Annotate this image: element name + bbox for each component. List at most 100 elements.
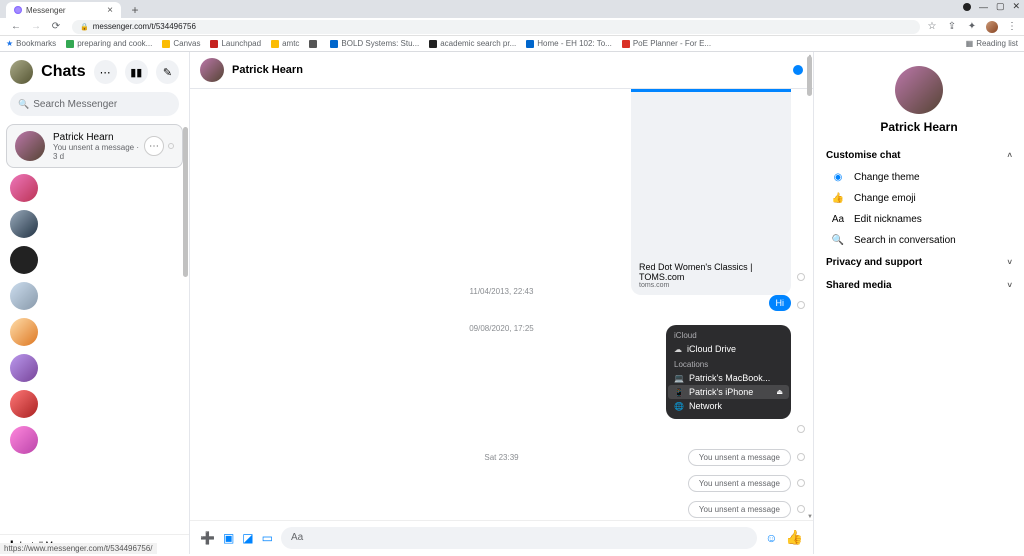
messenger-favicon (14, 6, 22, 14)
bookmark-item[interactable]: academic search pr... (429, 39, 516, 48)
reading-list-button[interactable]: ▦Reading list (966, 39, 1018, 48)
new-tab-button[interactable]: + (127, 2, 143, 18)
browser-tab-strip: Messenger × + — ▢ ✕ (0, 0, 1024, 18)
privacy-support-section[interactable]: Privacy and support˅ (826, 251, 1012, 274)
edit-nicknames-option[interactable]: AaEdit nicknames (826, 209, 1012, 230)
change-emoji-option[interactable]: 👍Change emoji (826, 188, 1012, 209)
conversation-avatar[interactable] (10, 174, 38, 202)
attachment-card[interactable]: iCloud ☁iCloud Drive Locations 💻Patrick'… (666, 325, 791, 419)
contact-name: Patrick Hearn (826, 120, 1012, 134)
share-icon[interactable]: ⇪ (946, 21, 958, 33)
sent-message-bubble[interactable]: Hi (769, 295, 792, 311)
photo-button[interactable]: ▣ (223, 531, 234, 545)
bookmarks-bar: ★Bookmarks preparing and cook... Canvas … (0, 36, 1024, 52)
search-conversation-option[interactable]: 🔍Search in conversation (826, 230, 1012, 251)
chevron-down-icon: ˅ (1007, 258, 1012, 267)
delivery-status-icon (797, 301, 805, 309)
conversation-avatar[interactable] (10, 282, 38, 310)
bookmark-item[interactable]: ★Bookmarks (6, 39, 56, 48)
avatar-large[interactable] (895, 66, 943, 114)
change-theme-option[interactable]: ◉Change theme (826, 167, 1012, 188)
message-input[interactable]: Aa (281, 527, 757, 549)
chats-heading: Chats (41, 63, 85, 81)
chat-title: Patrick Hearn (232, 64, 793, 76)
window-controls: — ▢ ✕ (963, 1, 1020, 12)
eject-icon[interactable]: ⏏ (776, 388, 783, 396)
bookmark-item[interactable]: Home - EH 102: To... (526, 39, 612, 48)
extensions-icon[interactable]: ✦ (966, 21, 978, 33)
bookmark-item[interactable]: Launchpad (210, 39, 261, 48)
location-item[interactable]: 🌐Network (674, 399, 783, 413)
delivery-status-icon (797, 479, 805, 487)
profile-avatar[interactable] (986, 21, 998, 33)
star-icon[interactable]: ☆ (926, 21, 938, 33)
conversation-avatar[interactable] (10, 354, 38, 382)
url-input[interactable]: 🔒 messenger.com/t/534496756 (72, 20, 920, 34)
conversation-avatar[interactable] (10, 318, 38, 346)
location-item-selected[interactable]: 📱Patrick's iPhone⏏ (668, 385, 789, 399)
conversation-avatar[interactable] (10, 246, 38, 274)
tab-title: Messenger (26, 6, 66, 15)
bookmark-item[interactable]: BOLD Systems: Stu... (330, 39, 419, 48)
conversation-avatar[interactable] (10, 390, 38, 418)
browser-tab[interactable]: Messenger × (6, 2, 121, 18)
customise-chat-section[interactable]: Customise chat˄ (826, 144, 1012, 167)
minimize-button[interactable]: — (979, 2, 988, 12)
message-list: Red Dot Women's Classics | TOMS.com toms… (190, 89, 813, 520)
shared-media-section[interactable]: Shared media˅ (826, 274, 1012, 297)
unsent-message-pill: You unsent a message (688, 449, 791, 466)
composer: ➕ ▣ ◪ ▭ Aa ☺ 👍 (190, 520, 813, 554)
info-panel: Patrick Hearn Customise chat˄ ◉Change th… (814, 52, 1024, 554)
conversation-avatar[interactable] (10, 210, 38, 238)
bookmark-item[interactable] (309, 40, 320, 48)
theme-icon: ◉ (830, 172, 846, 183)
cloud-icon: ☁ (674, 345, 682, 354)
bookmark-item[interactable]: preparing and cook... (66, 39, 152, 48)
conversation-avatar[interactable] (10, 426, 38, 454)
chat-scrollbar[interactable]: ▲ ▼ (806, 54, 813, 556)
close-tab-icon[interactable]: × (107, 5, 113, 16)
sidebar: Chats ⋯ ▮▮ ✎ Search Messenger Patrick He… (0, 52, 190, 554)
address-bar: ← → ⟳ 🔒 messenger.com/t/534496756 ☆ ⇪ ✦ … (0, 18, 1024, 36)
video-call-button[interactable]: ▮▮ (125, 60, 148, 84)
link-preview-card[interactable]: Red Dot Women's Classics | TOMS.com toms… (631, 89, 791, 295)
avatar (15, 131, 45, 161)
gif-button[interactable]: ▭ (262, 531, 273, 545)
media-icon[interactable] (963, 3, 971, 11)
bookmark-item[interactable]: Canvas (162, 39, 200, 48)
maximize-button[interactable]: ▢ (996, 1, 1005, 12)
forward-button[interactable]: → (29, 20, 43, 34)
card-section-label: iCloud (674, 331, 783, 340)
conversation-menu-button[interactable]: ⋯ (144, 136, 164, 156)
back-button[interactable]: ← (9, 20, 23, 34)
bookmark-item[interactable]: amtc (271, 39, 299, 48)
reload-button[interactable]: ⟳ (49, 20, 63, 34)
compose-button[interactable]: ✎ (156, 60, 179, 84)
info-button[interactable] (793, 65, 803, 75)
conversation-row[interactable]: Patrick Hearn You unsent a message · 3 d… (6, 124, 183, 168)
text-icon: Aa (830, 214, 846, 225)
search-input[interactable]: Search Messenger (10, 92, 179, 116)
add-button[interactable]: ➕ (200, 531, 215, 545)
options-button[interactable]: ⋯ (94, 60, 117, 84)
card-section-label: Locations (674, 360, 783, 369)
close-window-button[interactable]: ✕ (1012, 1, 1020, 12)
avatar[interactable] (200, 58, 224, 82)
laptop-icon: 💻 (674, 374, 684, 383)
chevron-up-icon: ˄ (1007, 151, 1012, 160)
conversation-preview: You unsent a message · 3 d (53, 143, 144, 161)
lock-icon: 🔒 (80, 23, 89, 31)
emoji-button[interactable]: ☺ (765, 531, 777, 545)
icloud-drive-item[interactable]: ☁iCloud Drive (674, 342, 783, 356)
link-title: Red Dot Women's Classics | TOMS.com (639, 262, 783, 282)
location-item[interactable]: 💻Patrick's MacBook... (674, 371, 783, 385)
phone-icon: 📱 (674, 388, 684, 397)
menu-icon[interactable]: ⋮ (1006, 21, 1018, 33)
sidebar-scrollbar[interactable] (183, 127, 189, 387)
link-domain: toms.com (639, 282, 783, 289)
bookmark-item[interactable]: PoE Planner - For E... (622, 39, 711, 48)
user-avatar[interactable] (10, 60, 33, 84)
delivery-status-icon (797, 425, 805, 433)
sticker-button[interactable]: ◪ (242, 531, 253, 545)
like-button[interactable]: 👍 (786, 529, 803, 546)
